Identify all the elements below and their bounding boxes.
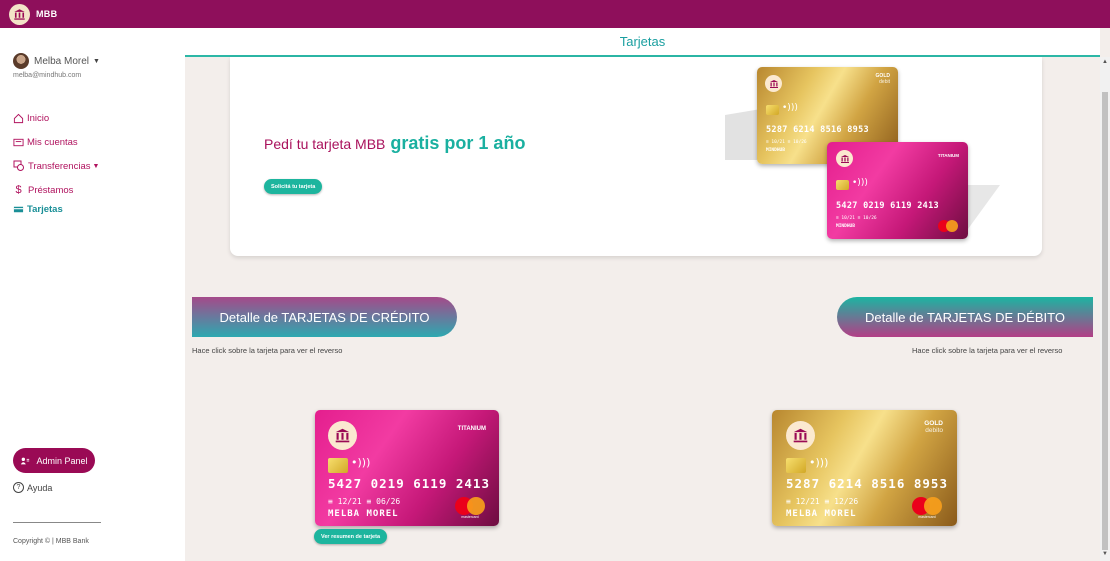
card-dates: ≡ 10/21 ≡ 10/26 bbox=[836, 216, 877, 221]
mastercard-logo-icon: mastercard bbox=[455, 497, 485, 519]
card-number: 5287 6214 8516 8953 bbox=[766, 125, 869, 135]
credit-card[interactable]: TITANIUM •))) 5427 0219 6119 2413 ≡ 12/2… bbox=[315, 410, 499, 526]
sidebar-item-mis-cuentas[interactable]: Mis cuentas bbox=[13, 130, 99, 154]
scroll-down-icon[interactable]: ▼ bbox=[1102, 551, 1108, 557]
sidebar-item-transferencias[interactable]: Transferencias ▼ bbox=[13, 154, 99, 178]
card-tier: GOLD debito bbox=[924, 420, 943, 435]
card-holder: MELBA MOREL bbox=[786, 509, 857, 519]
admin-icon bbox=[21, 457, 30, 464]
caret-down-icon: ▼ bbox=[93, 57, 100, 65]
page-title: Tarjetas bbox=[619, 34, 666, 49]
card-number: 5287 6214 8516 8953 bbox=[786, 476, 948, 491]
brand-name[interactable]: MBB bbox=[36, 9, 57, 19]
promo-text-a: Pedí tu tarjeta MBB bbox=[264, 136, 386, 152]
wallet-icon bbox=[13, 138, 24, 146]
top-bar: MBB bbox=[0, 0, 1110, 28]
card-tier: TITANIUM bbox=[457, 426, 486, 432]
transfer-icon bbox=[13, 160, 24, 171]
card-dates: ≡ 12/21 ≡ 12/26 bbox=[786, 497, 859, 506]
debit-hint: Hace click sobre la tarjeta para ver el … bbox=[912, 346, 1063, 355]
dollar-icon: $ bbox=[15, 184, 22, 196]
user-menu[interactable]: Melba Morel ▼ bbox=[13, 53, 100, 69]
sidebar-item-inicio[interactable]: Inicio bbox=[13, 106, 99, 130]
chip-icon bbox=[836, 180, 849, 190]
sidebar-item-label: Inicio bbox=[27, 112, 50, 124]
help-label: Ayuda bbox=[27, 482, 53, 493]
user-name: Melba Morel bbox=[34, 55, 90, 67]
card-number: 5427 0219 6119 2413 bbox=[836, 201, 939, 211]
admin-panel-button[interactable]: Admin Panel bbox=[13, 448, 95, 473]
card-number: 5427 0219 6119 2413 bbox=[328, 476, 490, 491]
bank-logo-icon bbox=[328, 421, 357, 450]
sidebar-item-label: Transferencias bbox=[28, 160, 91, 172]
help-icon: ? bbox=[13, 482, 24, 493]
chip-icon bbox=[328, 458, 348, 473]
scroll-up-icon[interactable]: ▲ bbox=[1102, 59, 1108, 65]
chip-icon bbox=[786, 458, 806, 473]
request-card-button[interactable]: Solicitá tu tarjeta bbox=[264, 179, 323, 194]
home-icon bbox=[13, 113, 24, 123]
credit-cards-section-button[interactable]: Detalle de TARJETAS DE CRÉDITO bbox=[192, 297, 457, 337]
sidebar-item-label: Tarjetas bbox=[27, 203, 63, 215]
card-dates: ≡ 10/21 ≡ 10/26 bbox=[766, 140, 807, 145]
card-tier: TITANIUM bbox=[937, 153, 959, 158]
avatar bbox=[13, 53, 29, 69]
promo-text: Pedí tu tarjeta MBB gratis por 1 año bbox=[264, 133, 525, 154]
sidebar-item-label: Préstamos bbox=[28, 184, 74, 196]
bank-logo-icon[interactable] bbox=[9, 3, 30, 25]
bank-logo-icon bbox=[765, 75, 782, 92]
view-statement-button[interactable]: Ver resumen de tarjeta bbox=[314, 529, 388, 544]
bank-logo-icon bbox=[786, 421, 815, 450]
contactless-icon: •))) bbox=[809, 456, 829, 469]
card-tier: GOLD debit bbox=[875, 73, 890, 85]
sidebar: Melba Morel ▼ melba@mindhub.com Inicio M… bbox=[0, 28, 185, 561]
user-email: melba@mindhub.com bbox=[13, 72, 82, 79]
scrollbar[interactable]: ▲ ▼ bbox=[1100, 57, 1110, 561]
sidebar-item-label: Mis cuentas bbox=[27, 136, 78, 148]
caret-down-icon: ▼ bbox=[92, 162, 100, 170]
help-link[interactable]: ? Ayuda bbox=[13, 482, 52, 493]
contactless-icon: •))) bbox=[852, 178, 868, 188]
contactless-icon: •))) bbox=[782, 103, 798, 113]
card-icon bbox=[13, 206, 24, 212]
mastercard-logo-icon: mastercard bbox=[912, 497, 942, 519]
copyright: Copyright © | MBB Bank bbox=[13, 538, 89, 545]
sidebar-item-tarjetas[interactable]: Tarjetas bbox=[13, 202, 99, 216]
card-dates: ≡ 12/21 ≡ 06/26 bbox=[328, 497, 401, 506]
divider bbox=[13, 522, 101, 523]
credit-hint: Hace click sobre la tarjeta para ver el … bbox=[192, 346, 343, 355]
chip-icon bbox=[766, 105, 779, 115]
scroll-thumb[interactable] bbox=[1102, 92, 1108, 550]
debit-cards-section-button[interactable]: Detalle de TARJETAS DE DÉBITO bbox=[837, 297, 1093, 337]
sidebar-nav: Inicio Mis cuentas Transferencias ▼ $ Pr… bbox=[13, 106, 99, 216]
contactless-icon: •))) bbox=[351, 456, 371, 469]
card-holder: MINDHUB bbox=[766, 148, 785, 153]
card-holder: MINDHUB bbox=[836, 224, 855, 229]
promo-text-b: gratis por 1 año bbox=[390, 133, 526, 153]
mastercard-logo-icon bbox=[938, 220, 958, 232]
bank-logo-icon bbox=[836, 150, 853, 167]
promo-titanium-card: TITANIUM •))) 5427 0219 6119 2413 ≡ 10/2… bbox=[827, 142, 968, 239]
admin-panel-label: Admin Panel bbox=[36, 455, 88, 466]
page-header: Tarjetas bbox=[185, 28, 1100, 57]
card-holder: MELBA MOREL bbox=[328, 509, 399, 519]
debit-card[interactable]: GOLD debito •))) 5287 6214 8516 8953 ≡ 12… bbox=[772, 410, 957, 526]
sidebar-item-prestamos[interactable]: $ Préstamos bbox=[13, 178, 99, 202]
